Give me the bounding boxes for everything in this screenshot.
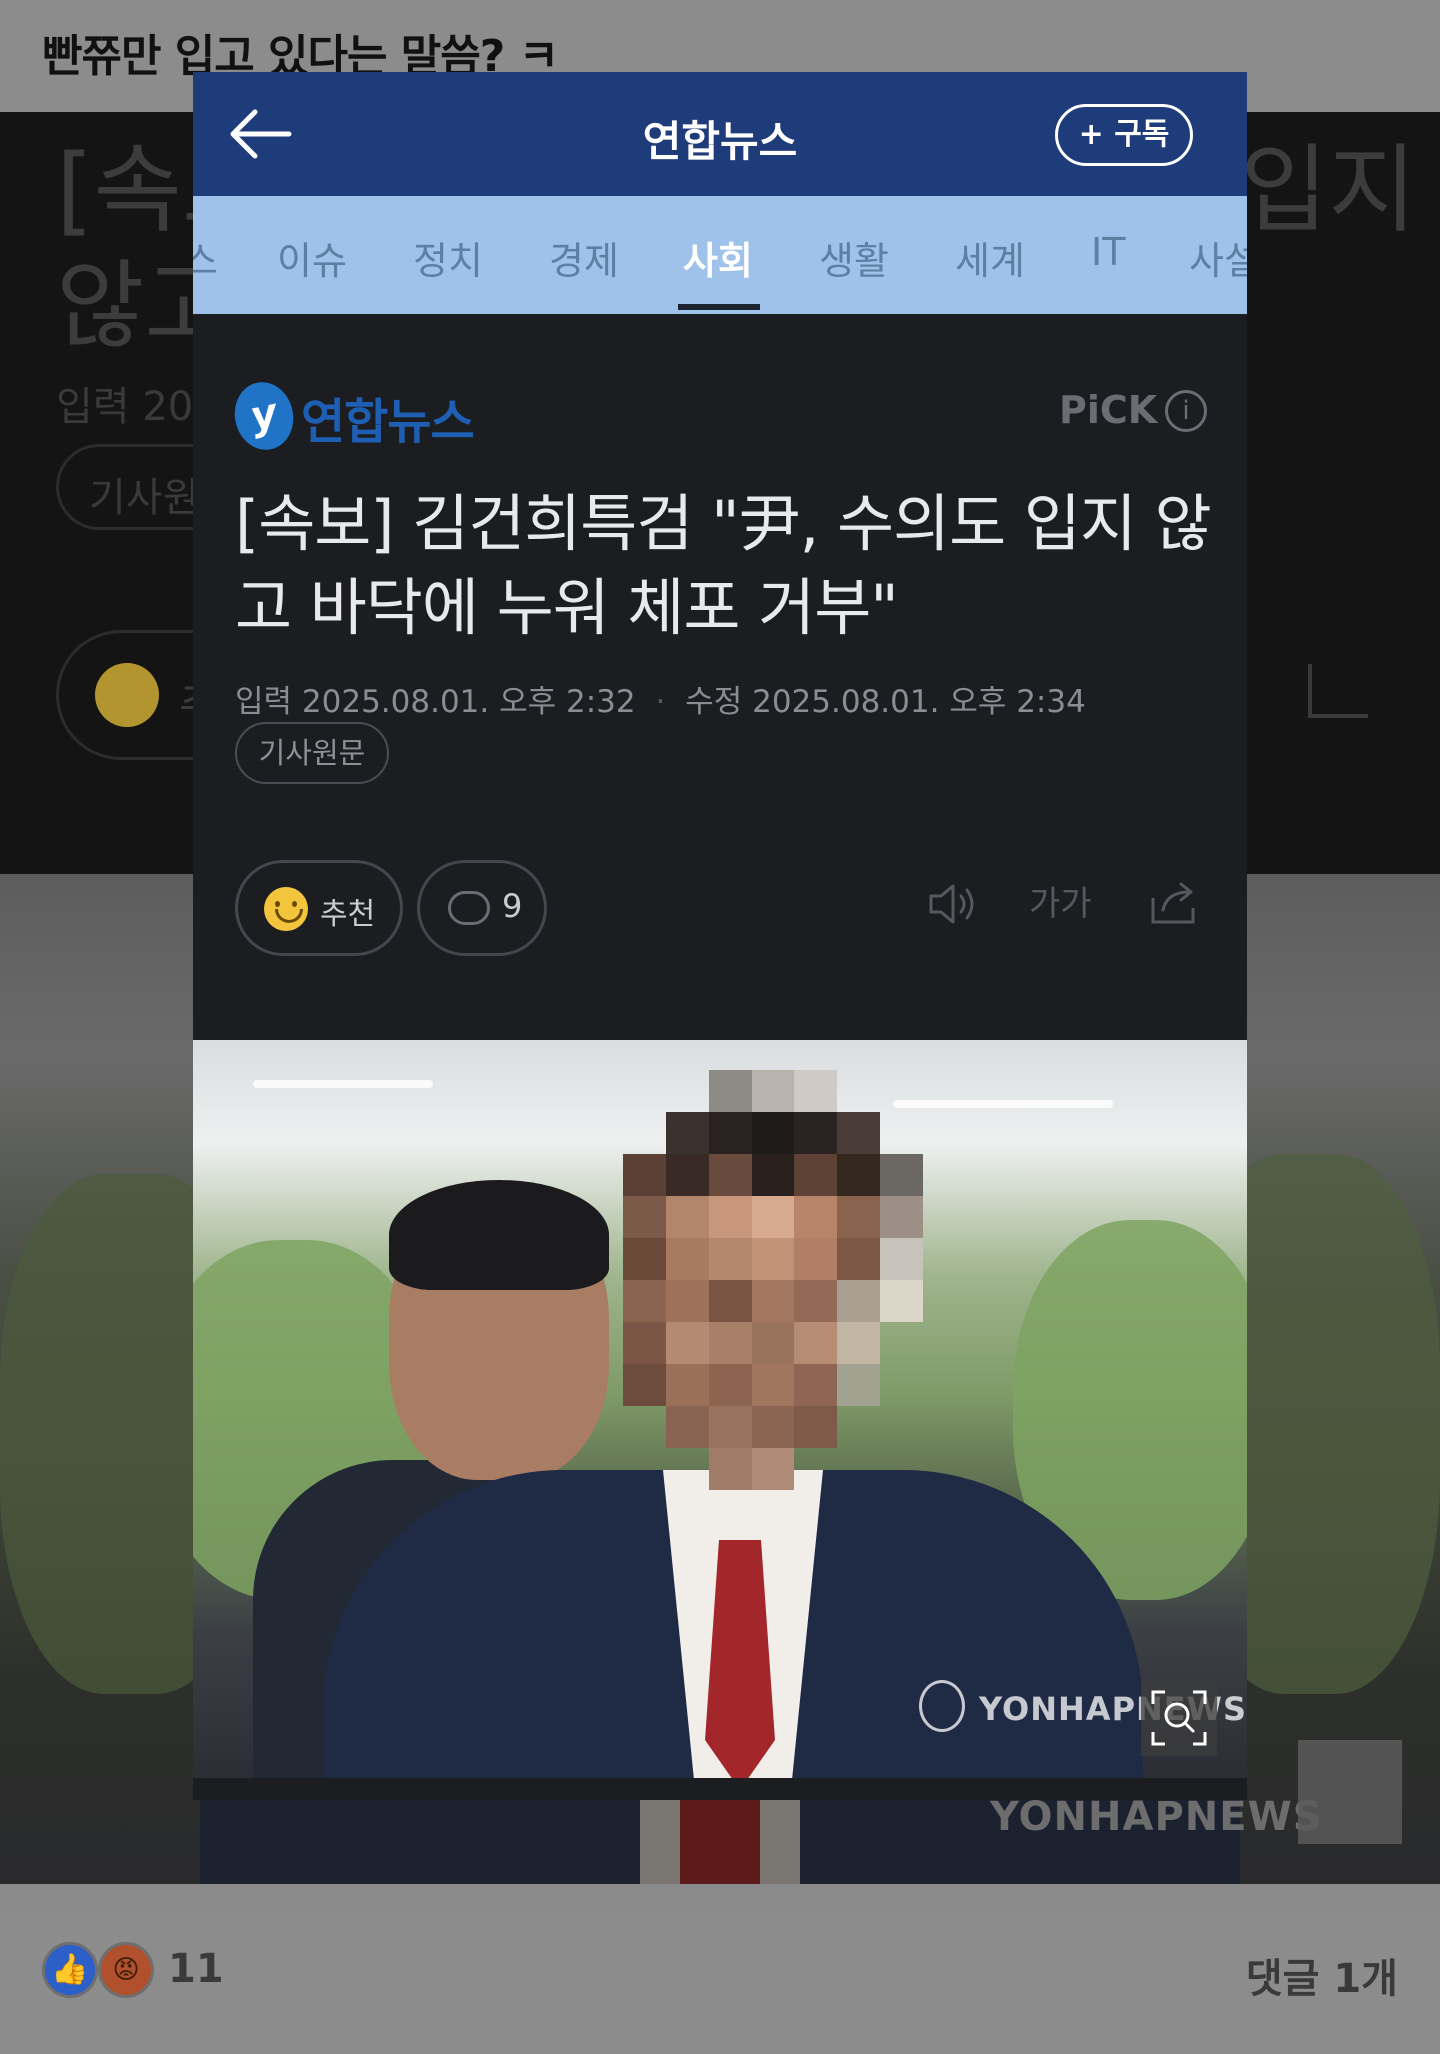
yonhap-logo-icon: y [228,376,300,456]
yonhap-watermark-icon [919,1680,965,1732]
original-article-button[interactable]: 기사원문 [235,722,389,784]
comment-count: 9 [502,887,523,925]
modified-label: 수정 [685,684,743,720]
article-meta: 입력 2025.08.01. 오후 2:32 · 수정 2025.08.01. … [235,676,1086,721]
comment-count-link[interactable]: 댓글 1개 [1246,1946,1398,2004]
category-tab-bar: 스 이슈 정치 경제 사회 생활 세계 IT 사설 [193,196,1247,314]
subscribe-button[interactable]: + 구독 [1055,104,1193,166]
comment-button[interactable]: 9 [417,860,547,956]
news-screenshot-card: 연합뉴스 + 구독 스 이슈 정치 경제 사회 생활 세계 IT 사설 y 연합… [193,72,1247,1800]
card-bottom-strip [193,1778,1247,1800]
angry-reaction-icon[interactable]: 😡 [98,1942,154,1998]
tab-world[interactable]: 세계 [955,230,1025,285]
ceiling-light [893,1100,1113,1108]
recommend-label: 추천 [320,897,376,932]
post-reaction-bar: 👍 😡 11 댓글 1개 [0,1912,1440,2054]
article-photo[interactable]: YONHAPNEWS [193,1040,1247,1778]
tab-politics[interactable]: 정치 [413,230,483,285]
ceiling-light [253,1080,433,1088]
tab-editorial[interactable]: 사설 [1189,230,1247,285]
background-smile-icon [95,663,159,727]
background-meta: 입력 20 [56,384,194,430]
app-header: 연합뉴스 + 구독 [193,72,1247,196]
publisher-logo-text[interactable]: 연합뉴스 [301,382,475,452]
tab-partial-left[interactable]: 스 [193,230,218,285]
input-time: 2025.08.01. 오후 2:32 [301,684,636,720]
background-share-icon [1308,664,1368,718]
left-man-hair [389,1180,609,1290]
tab-life[interactable]: 생활 [819,230,889,285]
background-source-pill-label: 기사원 [89,475,200,521]
article-headline: [속보] 김건희특검 "尹, 수의도 입지 않고 바닥에 누워 체포 거부" [235,487,1212,644]
active-tab-indicator [678,304,760,310]
background-watermark: YONHAPNEWS [990,1794,1323,1840]
zoom-icon [1151,1690,1207,1746]
font-size-icon[interactable]: 가가 [1029,876,1092,925]
recommend-button[interactable]: 추천 [235,860,403,956]
pick-badge: PiCK [1059,388,1158,432]
info-icon[interactable]: i [1165,390,1207,432]
comment-bubble-icon [448,891,490,925]
like-reaction-icon[interactable]: 👍 [42,1942,98,1998]
smile-icon [264,887,308,931]
modified-time: 2025.08.01. 오후 2:34 [752,684,1086,720]
share-icon[interactable] [1149,878,1199,926]
tab-issue[interactable]: 이슈 [277,230,347,285]
article-header: y 연합뉴스 PiCK i [속보] 김건희특검 "尹, 수의도 입지 않고 바… [193,314,1247,1040]
background-headline-tail: 입지 [1240,134,1417,246]
tab-economy[interactable]: 경제 [549,230,619,285]
reaction-count[interactable]: 11 [168,1946,224,1992]
background-zoom-icon [1298,1740,1402,1844]
meta-separator: · [655,684,666,720]
pixelated-face-mosaic [623,1070,923,1490]
tab-society[interactable]: 사회 [683,230,753,285]
speaker-icon[interactable] [927,880,979,928]
input-label: 입력 [235,684,293,720]
zoom-photo-button[interactable] [1141,1680,1217,1756]
tab-it[interactable]: IT [1091,230,1125,274]
